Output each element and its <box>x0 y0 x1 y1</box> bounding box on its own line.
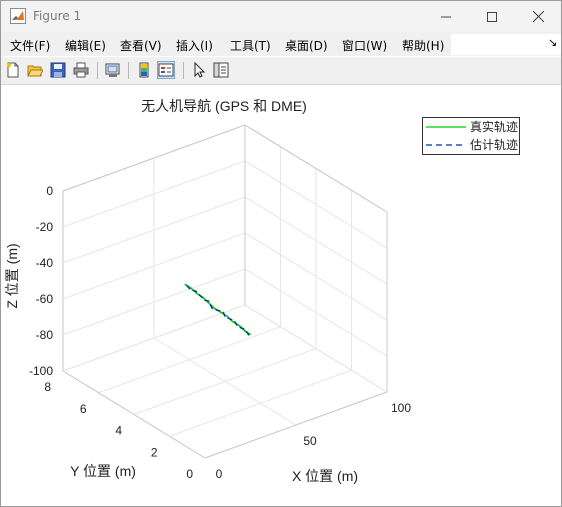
menu-bar-spacer <box>451 34 561 55</box>
x-tick-label: 0 <box>216 467 223 481</box>
matlab-logo-icon <box>10 8 26 24</box>
menu-view[interactable]: 查看(V) <box>120 37 162 54</box>
open-file-icon <box>27 65 43 77</box>
toolbar-separator <box>183 62 184 79</box>
figure-axes[interactable]: 0 50 100 0 2 4 6 8 0 -20 -40 -60 -80 -100 无人机导航 (GPS … <box>1 85 561 506</box>
minimize-icon <box>441 16 451 17</box>
z-axis-label: Z 位置 (m) <box>4 243 20 308</box>
insert-colorbar-icon <box>139 62 149 78</box>
insert-legend-icon <box>158 63 174 77</box>
insert-legend-button[interactable] <box>157 61 175 79</box>
edit-plot-pointer-icon <box>194 62 206 78</box>
x-tick-label: 50 <box>303 434 317 448</box>
menu-insert[interactable]: 插入(I) <box>176 37 213 54</box>
link-plot-icon <box>105 63 120 77</box>
print-icon <box>73 62 89 78</box>
figure-toolbar <box>1 57 561 85</box>
plot-area: 0 50 100 0 2 4 6 8 0 -20 -40 -60 -80 -100 无人机导航 (GPS … <box>1 85 561 506</box>
grid-line-y <box>98 326 281 394</box>
maximize-icon <box>487 11 497 22</box>
new-figure-button[interactable] <box>4 61 22 79</box>
z-tick-label: -40 <box>36 256 54 270</box>
maximize-button[interactable] <box>469 1 515 32</box>
x-axis-line <box>204 391 388 459</box>
menu-desktop[interactable]: 桌面(D) <box>285 37 328 54</box>
print-button[interactable] <box>72 61 90 79</box>
insert-colorbar-button[interactable] <box>135 61 153 79</box>
y-tick-label: 0 <box>186 467 193 481</box>
property-inspector-button[interactable] <box>212 61 230 79</box>
menu-help[interactable]: 帮助(H) <box>402 37 444 54</box>
z-tick-label: -60 <box>36 292 54 306</box>
menu-window[interactable]: 窗口(W) <box>342 37 387 54</box>
toolbar-separator <box>97 62 98 79</box>
grid-line-y <box>133 348 317 415</box>
save-button[interactable] <box>49 61 67 79</box>
tick-labels: 0 50 100 0 2 4 6 8 0 -20 -40 -60 -80 -100 <box>29 184 411 481</box>
property-inspector-icon <box>213 62 229 78</box>
y-tick-label: 6 <box>80 402 87 416</box>
y-tick-label: 8 <box>44 380 51 394</box>
save-icon <box>50 62 66 78</box>
x-tick-label: 100 <box>391 401 411 415</box>
window-title: Figure 1 <box>33 9 82 23</box>
y-tick-label: 4 <box>115 424 122 438</box>
edit-plot-button[interactable] <box>190 61 208 79</box>
legend-estimated-label: 估计轨迹 <box>470 138 518 152</box>
legend-true-label: 真实轨迹 <box>470 119 518 134</box>
z-tick-label: -100 <box>29 364 53 378</box>
y-axis-label: Y 位置 (m) <box>70 463 136 479</box>
menu-file[interactable]: 文件(F) <box>10 37 50 54</box>
x-axis-label: X 位置 (m) <box>292 468 358 484</box>
menu-tools[interactable]: 工具(T) <box>230 37 271 54</box>
figure-window: Figure 1 文件(F) 编辑(E) 查看(V) 插入(I) 工具(T) 桌… <box>0 0 562 507</box>
close-button[interactable] <box>515 1 561 32</box>
toolbar-separator <box>128 62 129 79</box>
close-icon <box>532 11 544 22</box>
menu-bar: 文件(F) 编辑(E) 查看(V) 插入(I) 工具(T) 桌面(D) 窗口(W… <box>1 32 561 56</box>
link-plot-button[interactable] <box>104 61 122 79</box>
open-file-button[interactable] <box>26 61 44 79</box>
z-tick-label: -80 <box>36 328 54 342</box>
title-bar[interactable]: Figure 1 <box>1 1 561 32</box>
z-tick-label: -20 <box>36 220 54 234</box>
new-figure-icon <box>7 62 19 78</box>
axes-box <box>62 124 388 459</box>
y-tick-label: 2 <box>151 445 158 459</box>
menu-overflow-icon[interactable]: ↘ <box>548 36 557 49</box>
grid-line-y <box>169 369 352 437</box>
z-tick-label: 0 <box>46 184 53 198</box>
menu-edit[interactable]: 编辑(E) <box>65 37 106 54</box>
grid-lines <box>62 124 388 459</box>
legend[interactable]: 真实轨迹 估计轨迹 <box>422 117 520 155</box>
chart-title: 无人机导航 (GPS 和 DME) <box>141 98 307 114</box>
series-layer <box>184 283 252 336</box>
minimize-button[interactable] <box>423 1 469 32</box>
